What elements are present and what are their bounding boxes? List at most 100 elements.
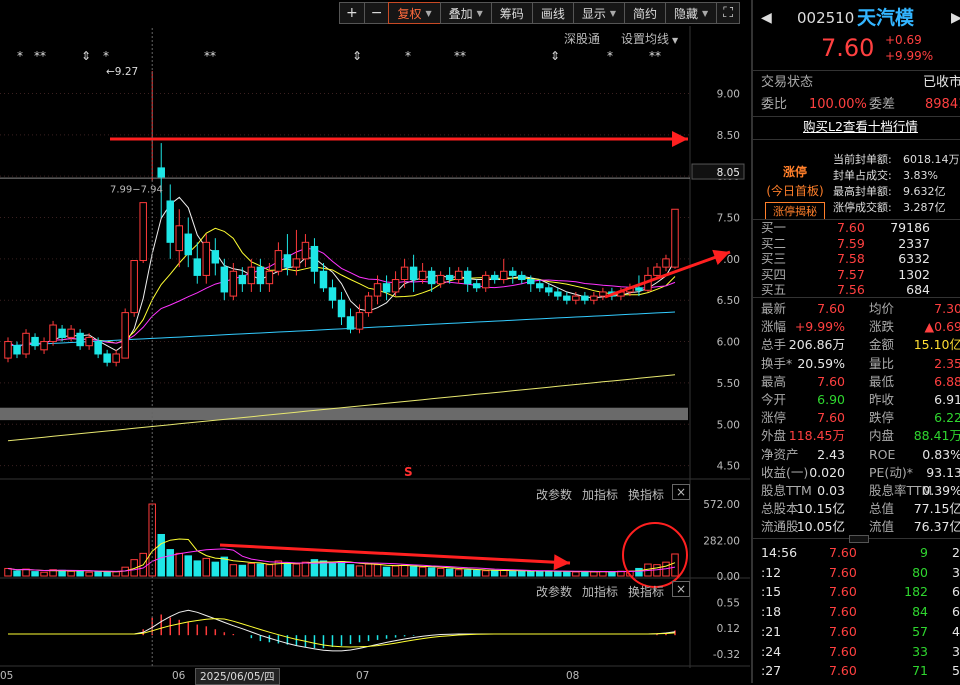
volume-bar bbox=[157, 533, 165, 577]
volume-bar bbox=[283, 562, 292, 577]
prev-stock-icon[interactable]: ◀ bbox=[761, 6, 772, 30]
candle-body bbox=[40, 341, 48, 351]
weibi-row: 委比 100.00% 委差 89841 bbox=[753, 96, 960, 114]
stat-value: 2.43 bbox=[817, 446, 845, 462]
limit-item-value: 6018.14万 bbox=[903, 153, 960, 166]
ma10-line bbox=[7, 227, 676, 349]
order-volume: 79186 bbox=[890, 220, 930, 235]
x-axis-label-06: 06 bbox=[172, 670, 186, 682]
tick-count: 3 bbox=[952, 643, 960, 659]
stat-label: 跌停 bbox=[869, 410, 895, 426]
stat-label: 金额 bbox=[869, 337, 895, 353]
stat-label: 换手* bbox=[761, 355, 793, 371]
l2-row: 购买L2查看十档行情 bbox=[753, 118, 960, 136]
event-marker: ⇕ bbox=[81, 49, 91, 63]
stat-value: 206.86万 bbox=[788, 337, 845, 353]
order-level-label: 买一 bbox=[761, 220, 787, 235]
stat-label: 收益(一) bbox=[761, 464, 809, 480]
candle-body bbox=[346, 316, 355, 330]
stat-row: 股息TTM 0.03 股息率TTM 0.39% bbox=[753, 482, 960, 500]
tick-count: 4 bbox=[952, 623, 960, 639]
candle-body bbox=[536, 283, 544, 289]
tick-volume: 71 bbox=[912, 663, 928, 679]
volume-bar bbox=[518, 570, 526, 577]
volume-bar bbox=[94, 570, 102, 577]
kline-chart-area[interactable]: + − 复权 ▼ 叠加 ▼ 筹码 画线 显示 ▼ 简约 隐藏 ▼ ⛶ 深股通 设置均线 ▼… bbox=[0, 0, 750, 685]
stat-value: 7.30 bbox=[934, 301, 960, 316]
volume-bar bbox=[581, 571, 589, 577]
macd-change-params-link[interactable]: 改参数 bbox=[536, 583, 572, 600]
candle-body bbox=[301, 241, 310, 260]
volume-bar bbox=[635, 567, 643, 577]
vol-add-indicator-link[interactable]: 加指标 bbox=[582, 486, 618, 503]
macd-close-icon[interactable]: × bbox=[672, 581, 691, 597]
limit-item-value: 9.632亿 bbox=[903, 185, 946, 198]
tick-row: :15 7.60 182 6 bbox=[753, 583, 960, 601]
stat-value: 0.020 bbox=[809, 464, 845, 480]
vol-close-icon[interactable]: × bbox=[672, 484, 691, 500]
stat-label: 涨幅 bbox=[761, 319, 787, 335]
macd-switch-indicator-link[interactable]: 换指标 bbox=[628, 583, 664, 600]
volume-bar bbox=[256, 563, 265, 577]
candle-body bbox=[472, 283, 481, 289]
tick-row: 14:56 7.60 9 2 bbox=[753, 544, 960, 562]
tick-price: 7.60 bbox=[829, 663, 857, 679]
vol-change-params-link[interactable]: 改参数 bbox=[536, 486, 572, 503]
stat-label: 总手 bbox=[761, 337, 787, 353]
limit-item-label: 最高封单额: bbox=[833, 185, 892, 198]
tick-row: :12 7.60 80 3 bbox=[753, 564, 960, 582]
candle-body bbox=[328, 287, 337, 301]
overlay-band bbox=[0, 407, 688, 421]
candle-body bbox=[454, 270, 463, 281]
next-stock-icon[interactable]: ▶ bbox=[951, 6, 960, 30]
y-tick-label: 5.00 bbox=[717, 419, 740, 431]
trade-state-row: 交易状态 已收市 bbox=[753, 74, 960, 92]
macd-add-indicator-link[interactable]: 加指标 bbox=[582, 583, 618, 600]
candle-body bbox=[58, 328, 66, 338]
volume-bar bbox=[608, 571, 616, 577]
stat-row: 外盘 118.45万 内盘 88.41万 bbox=[753, 427, 960, 445]
y-tick-label: 4.50 bbox=[717, 461, 740, 473]
volume-bar bbox=[247, 562, 256, 577]
volume-bar bbox=[103, 571, 111, 577]
stat-label: 均价 bbox=[869, 301, 895, 316]
volume-bar bbox=[382, 566, 391, 577]
volume-bar bbox=[40, 571, 48, 577]
volume-bar bbox=[229, 564, 238, 577]
order-book-row: 买三 7.58 6332 bbox=[753, 251, 960, 267]
stat-value: 6.91 bbox=[934, 392, 960, 407]
candle-body bbox=[382, 283, 391, 293]
quote-panel: ◀ 002510 天汽模 ▶ 7.60 +0.69 +9.99% 交易状态 已收… bbox=[751, 0, 960, 683]
candle-body bbox=[103, 353, 111, 363]
vol-switch-indicator-link[interactable]: 换指标 bbox=[628, 486, 664, 503]
candle-body bbox=[121, 312, 129, 359]
order-level-label: 买二 bbox=[761, 235, 787, 251]
volume-bar bbox=[31, 571, 39, 577]
tick-count: 6 bbox=[952, 584, 960, 600]
candle-body bbox=[635, 287, 643, 291]
stat-row: 换手* 20.59% 量比 2.35 bbox=[753, 355, 960, 373]
buy-l2-link[interactable]: 购买L2查看十档行情 bbox=[803, 118, 918, 136]
stat-label: 总值 bbox=[869, 501, 895, 517]
stat-label: 最低 bbox=[869, 373, 895, 389]
order-level-label: 买三 bbox=[761, 251, 787, 266]
stat-value: 7.60 bbox=[817, 301, 845, 316]
weibi-label: 委比 bbox=[761, 97, 788, 112]
panel-resize-handle[interactable] bbox=[849, 535, 869, 543]
stat-label: 股息TTM bbox=[761, 483, 812, 498]
vol-y-tick-label: 282.00 bbox=[703, 536, 740, 548]
order-level-label: 买四 bbox=[761, 266, 787, 282]
stock-header: ◀ 002510 天汽模 ▶ bbox=[753, 6, 960, 30]
tick-volume: 182 bbox=[904, 584, 928, 600]
volume-bar bbox=[572, 571, 580, 577]
stat-value: 77.15亿 bbox=[913, 501, 960, 517]
candle-body bbox=[590, 295, 598, 301]
volume-bar bbox=[328, 562, 337, 577]
volume-bar bbox=[301, 561, 310, 577]
tick-time: :27 bbox=[761, 663, 782, 679]
candle-body bbox=[481, 274, 490, 289]
volume-bar bbox=[590, 571, 598, 577]
stat-label: 净资产 bbox=[761, 446, 799, 462]
stat-value: 0.03 bbox=[817, 483, 845, 498]
volume-bar bbox=[409, 566, 418, 577]
